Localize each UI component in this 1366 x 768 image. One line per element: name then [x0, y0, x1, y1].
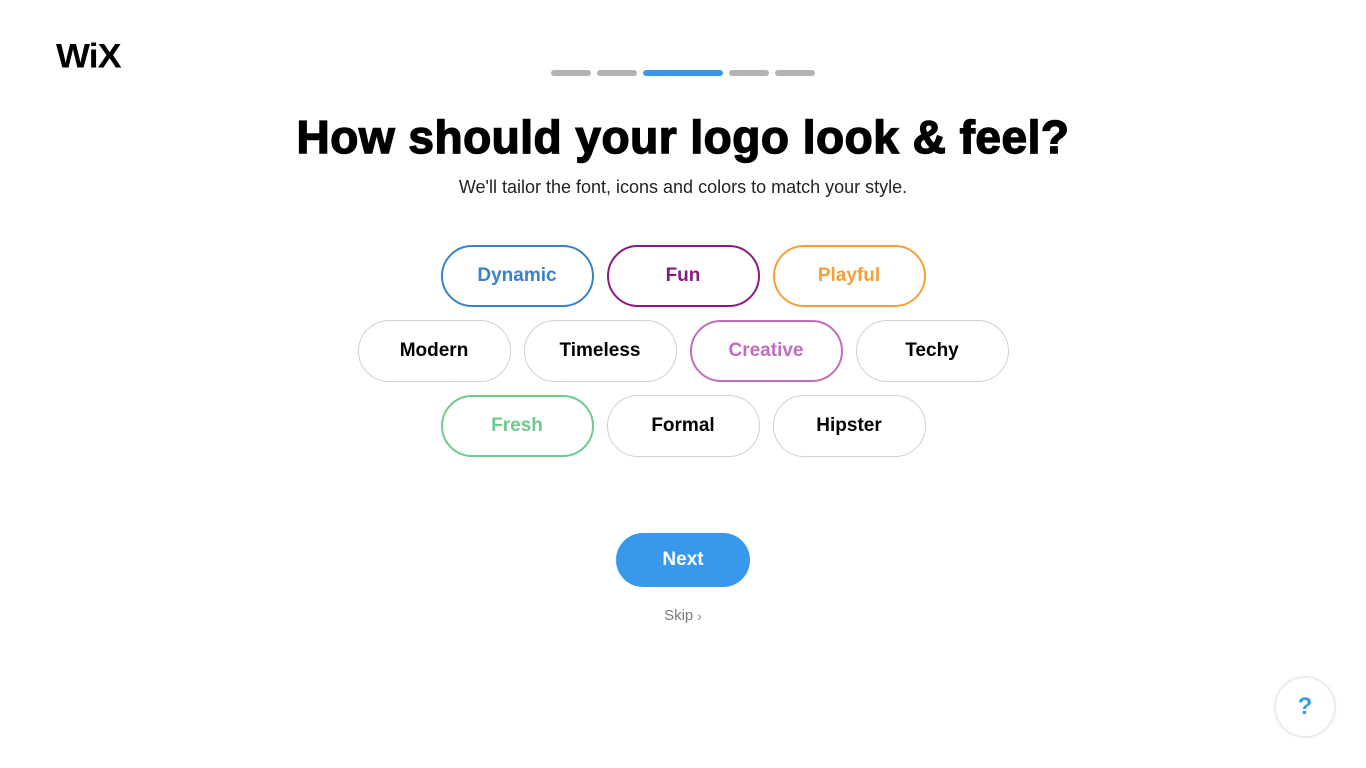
logo-style-page: WiX How should your logo look & feel? We…: [0, 0, 1366, 768]
progress-step-1: [551, 70, 591, 76]
style-option-formal[interactable]: Formal: [606, 395, 760, 457]
progress-step-3-current: [643, 70, 723, 76]
wix-logo[interactable]: WiX: [56, 38, 122, 73]
style-option-hipster[interactable]: Hipster: [772, 395, 926, 457]
page-subtitle: We'll tailor the font, icons and colors …: [458, 177, 908, 197]
style-option-playful[interactable]: Playful: [772, 245, 926, 307]
style-option-dynamic[interactable]: Dynamic: [440, 245, 594, 307]
style-option-creative[interactable]: Creative: [689, 320, 843, 382]
style-option-timeless[interactable]: Timeless: [523, 320, 677, 382]
question-mark-icon: ?: [1297, 693, 1313, 720]
style-options-row-3: Fresh Formal Hipster: [0, 395, 1366, 457]
style-option-fresh[interactable]: Fresh: [440, 395, 594, 457]
style-option-techy[interactable]: Techy: [855, 320, 1009, 382]
skip-label: Skip: [664, 607, 694, 624]
chevron-right-icon: ›: [697, 607, 702, 624]
next-button[interactable]: Next: [616, 533, 750, 587]
progress-step-4: [729, 70, 769, 76]
progress-step-2: [597, 70, 637, 76]
style-options-row-1: Dynamic Fun Playful: [0, 245, 1366, 307]
page-title: How should your logo look & feel?: [296, 110, 1070, 163]
style-options: Dynamic Fun Playful Modern Timeless Crea…: [0, 245, 1366, 470]
style-options-row-2: Modern Timeless Creative Techy: [0, 320, 1366, 382]
style-option-modern[interactable]: Modern: [357, 320, 511, 382]
progress-step-5: [775, 70, 815, 76]
step-progress-indicator: [551, 70, 815, 76]
skip-link[interactable]: Skip ›: [0, 607, 1366, 624]
help-button[interactable]: ?: [1274, 676, 1336, 738]
style-option-fun[interactable]: Fun: [606, 245, 760, 307]
